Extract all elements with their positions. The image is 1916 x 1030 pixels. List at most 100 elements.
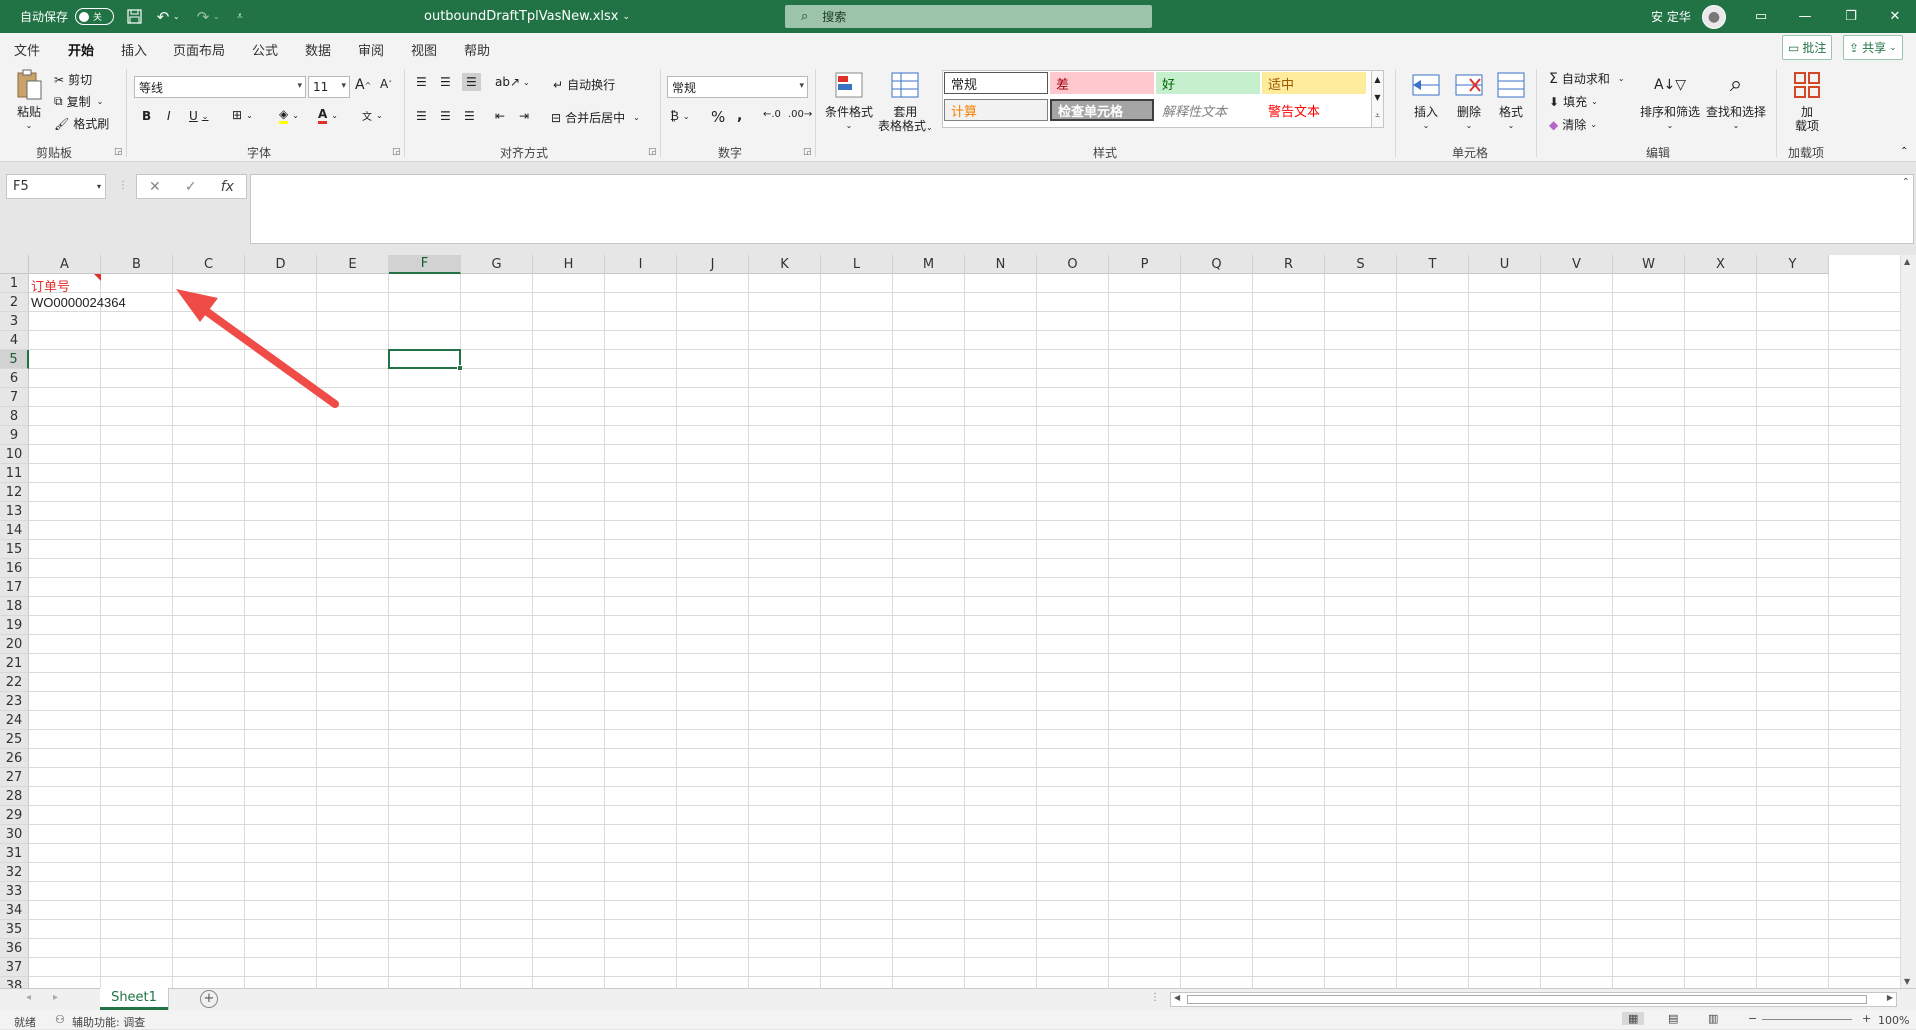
increase-decimal-icon[interactable]: ←.0 xyxy=(763,109,781,120)
normal-view-icon[interactable]: ▦ xyxy=(1622,1012,1645,1025)
row-header[interactable]: 36 xyxy=(0,939,29,958)
align-top-icon[interactable]: ☰ xyxy=(416,75,427,89)
row-header[interactable]: 24 xyxy=(0,711,29,730)
insert-function-icon[interactable]: fx xyxy=(221,179,234,195)
row-header[interactable]: 26 xyxy=(0,749,29,768)
tab-review[interactable]: 审阅 xyxy=(358,40,384,59)
worksheet-grid[interactable]: A B C D E F G H I J K L M N O P Q R S T U V W X Y 1 2 3 4 5 6 7 8 9 10 11 12… xyxy=(0,255,1916,988)
row-header[interactable]: 14 xyxy=(0,521,29,540)
expand-formula-icon[interactable]: ⌃ xyxy=(1902,177,1910,188)
row-header[interactable]: 31 xyxy=(0,844,29,863)
cell-a1[interactable]: 订单号 xyxy=(31,276,70,295)
sheet-tab-sheet1[interactable]: Sheet1 xyxy=(100,988,168,1010)
italic-icon[interactable]: I xyxy=(167,109,171,123)
next-sheet-icon[interactable]: ▸ xyxy=(53,992,58,1003)
redo-icon[interactable]: ↷ xyxy=(193,7,213,27)
row-header[interactable]: 3 xyxy=(0,312,29,331)
tab-file[interactable]: 文件 xyxy=(14,40,40,59)
row-header[interactable]: 28 xyxy=(0,787,29,806)
row-header[interactable]: 9 xyxy=(0,426,29,445)
column-header[interactable]: V xyxy=(1541,255,1613,274)
row-header[interactable]: 27 xyxy=(0,768,29,787)
style-bad[interactable]: 差 xyxy=(1050,72,1154,94)
align-bottom-icon[interactable]: ☰ xyxy=(462,73,481,91)
fill-color-icon[interactable]: ◈ ⌄ xyxy=(279,107,299,124)
row-header[interactable]: 33 xyxy=(0,882,29,901)
clipboard-launcher-icon[interactable]: ◲ xyxy=(114,147,123,157)
merge-center-button[interactable]: ⊟ 合并后居中 ⌄ xyxy=(551,109,640,126)
column-header[interactable]: T xyxy=(1397,255,1469,274)
column-header[interactable]: S xyxy=(1325,255,1397,274)
number-launcher-icon[interactable]: ◲ xyxy=(803,147,812,157)
column-header[interactable]: L xyxy=(821,255,893,274)
row-header[interactable]: 20 xyxy=(0,635,29,654)
column-header[interactable]: A xyxy=(29,255,101,274)
format-as-table-button[interactable]: 套用 表格格式⌄ xyxy=(878,69,933,135)
font-launcher-icon[interactable]: ◲ xyxy=(392,147,401,157)
column-header[interactable]: D xyxy=(245,255,317,274)
row-header[interactable]: 16 xyxy=(0,559,29,578)
row-header[interactable]: 34 xyxy=(0,901,29,920)
alignment-launcher-icon[interactable]: ◲ xyxy=(648,147,657,157)
search-input[interactable]: ⌕ 搜索 xyxy=(785,5,1152,28)
column-header[interactable]: R xyxy=(1253,255,1325,274)
row-header[interactable]: 30 xyxy=(0,825,29,844)
scroll-down-icon[interactable]: ▼ xyxy=(1904,977,1910,986)
scroll-left-icon[interactable]: ◀ xyxy=(1174,993,1180,1002)
horizontal-scrollbar[interactable]: ◀ ▶ xyxy=(1170,992,1897,1007)
fill-button[interactable]: ⬇ 填充 ⌄ xyxy=(1549,93,1598,110)
orientation-icon[interactable]: ab↗ ⌄ xyxy=(495,75,530,89)
column-header[interactable]: Y xyxy=(1757,255,1829,274)
ribbon-display-icon[interactable]: ▭ xyxy=(1738,0,1784,33)
styles-gallery-scroll[interactable]: ▲ ▼ ⩡ xyxy=(1371,70,1384,128)
minimize-icon[interactable]: — xyxy=(1782,0,1828,33)
close-icon[interactable]: ✕ xyxy=(1872,0,1916,33)
wrap-text-button[interactable]: ↵ 自动换行 xyxy=(553,76,615,93)
sheet-splitter-icon[interactable]: ⋮ xyxy=(1150,992,1160,1003)
column-header[interactable]: I xyxy=(605,255,677,274)
align-right-icon[interactable]: ☰ xyxy=(464,109,475,123)
row-header[interactable]: 17 xyxy=(0,578,29,597)
row-header[interactable]: 35 xyxy=(0,920,29,939)
active-cell[interactable] xyxy=(388,349,463,371)
autosum-button[interactable]: Σ 自动求和 ⌄ xyxy=(1549,70,1625,87)
zoom-in-icon[interactable]: + xyxy=(1862,1012,1871,1025)
row-header[interactable]: 18 xyxy=(0,597,29,616)
customize-qat-icon[interactable]: ⩡ xyxy=(237,0,243,33)
comments-button[interactable]: ▭ 批注 xyxy=(1782,35,1833,60)
column-header[interactable]: K xyxy=(749,255,821,274)
column-header[interactable]: X xyxy=(1685,255,1757,274)
tab-help[interactable]: 帮助 xyxy=(464,40,490,59)
add-sheet-icon[interactable]: + xyxy=(200,990,218,1008)
column-header[interactable]: E xyxy=(317,255,389,274)
formula-input[interactable] xyxy=(250,174,1914,244)
tab-insert[interactable]: 插入 xyxy=(121,40,147,59)
row-header[interactable]: 12 xyxy=(0,483,29,502)
decrease-decimal-icon[interactable]: .00→ xyxy=(788,109,812,120)
style-neutral[interactable]: 适中 xyxy=(1262,72,1366,94)
row-header[interactable]: 1 xyxy=(0,274,29,293)
sort-filter-button[interactable]: A↓▽ 排序和筛选 ⌄ xyxy=(1640,69,1700,133)
align-middle-icon[interactable]: ☰ xyxy=(440,75,451,89)
save-icon[interactable] xyxy=(124,7,144,27)
align-center-icon[interactable]: ☰ xyxy=(440,109,451,123)
tab-view[interactable]: 视图 xyxy=(411,40,437,59)
shrink-font-icon[interactable]: Aˇ xyxy=(380,77,392,91)
cell-a2[interactable]: WO0000024364 xyxy=(31,295,126,310)
row-header[interactable]: 8 xyxy=(0,407,29,426)
fill-handle[interactable] xyxy=(457,365,463,371)
user-name[interactable]: 安 定华 xyxy=(1651,0,1691,33)
row-header[interactable]: 10 xyxy=(0,445,29,464)
zoom-level[interactable]: 100% xyxy=(1878,1014,1909,1027)
column-header[interactable]: M xyxy=(893,255,965,274)
row-header[interactable]: 25 xyxy=(0,730,29,749)
delete-cells-button[interactable]: 删除 ⌄ xyxy=(1452,69,1486,133)
font-size-select[interactable]: 11 ▾ xyxy=(308,76,350,98)
prev-sheet-icon[interactable]: ◂ xyxy=(26,992,31,1003)
align-left-icon[interactable]: ☰ xyxy=(416,109,427,123)
comma-style-icon[interactable]: , xyxy=(737,108,742,124)
font-name-select[interactable]: 等线 ▾ xyxy=(134,76,306,98)
column-header[interactable]: P xyxy=(1109,255,1181,274)
column-header[interactable]: H xyxy=(533,255,605,274)
row-header[interactable]: 15 xyxy=(0,540,29,559)
